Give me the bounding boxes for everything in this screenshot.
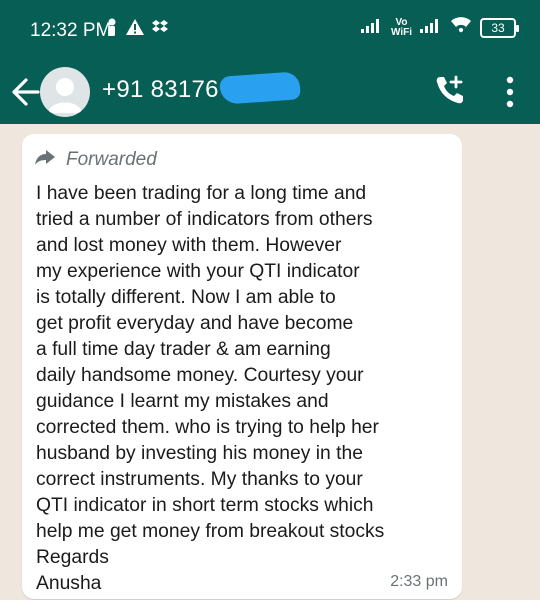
forward-arrow-icon [34,148,56,172]
battery-indicator: 33 [480,17,519,38]
add-call-button[interactable] [434,73,470,109]
vowifi-label: Vo WiFi [390,16,412,38]
more-vert-icon[interactable] [500,76,520,114]
back-button[interactable] [10,74,44,110]
person-icon [106,18,118,41]
redaction-mark [219,71,301,105]
message-text: I have been trading for a long time and … [36,183,385,594]
status-left-icons [106,18,168,41]
add-call-icon[interactable] [434,75,466,111]
status-bar: 12:32 PM Vo WiFi 33 [0,0,540,60]
avatar[interactable] [40,67,90,117]
signal-icon [420,17,442,38]
chat-header: +91 83176 [0,60,540,124]
status-right-icons: Vo WiFi 33 [360,16,519,39]
forwarded-label: Forwarded [66,149,157,170]
wifi-icon [450,16,472,39]
contact-name[interactable]: +91 83176 [102,76,219,104]
back-arrow-icon[interactable] [10,78,40,114]
status-time: 12:32 PM [30,20,112,41]
forwarded-indicator: Forwarded [34,148,157,172]
more-options-button[interactable] [500,74,520,110]
dropbox-icon [152,19,168,40]
alert-icon [126,19,144,40]
chat-area[interactable]: Forwarded I have been trading for a long… [0,124,540,600]
message-time: 2:33 pm [390,573,448,590]
message-bubble[interactable]: Forwarded I have been trading for a long… [22,134,462,599]
signal-icon [360,17,383,38]
